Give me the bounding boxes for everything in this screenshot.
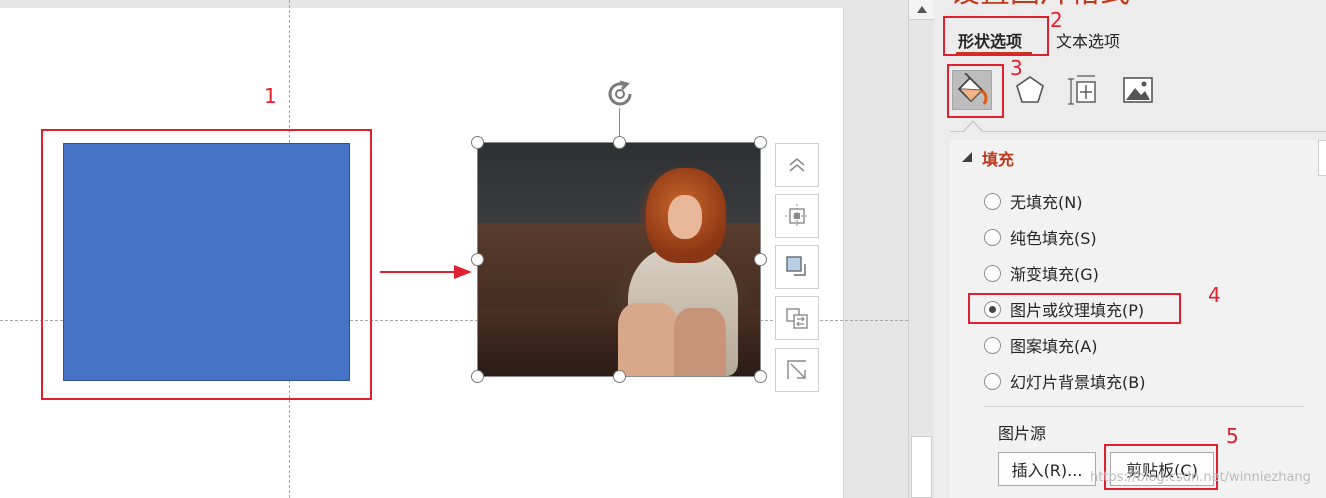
chevron-up-double-icon <box>789 157 805 172</box>
radio-button[interactable] <box>984 264 1001 282</box>
resize-handle-bottom-left[interactable] <box>471 370 484 383</box>
radio-slide-background-fill[interactable]: 幻灯片背景填充(B) <box>984 369 1145 393</box>
radio-solid-fill[interactable]: 纯色填充(S) <box>984 225 1097 249</box>
annotation-box-2 <box>943 16 1049 56</box>
crop-overlap-icon <box>786 256 806 276</box>
radio-label: 渐变填充(G) <box>1010 265 1099 284</box>
resize-handle-top-left[interactable] <box>471 136 484 149</box>
annotation-number-5: 5 <box>1226 424 1239 448</box>
radio-button[interactable] <box>984 372 1001 390</box>
radio-label: 图案填充(A) <box>1010 337 1098 356</box>
annotation-box-4 <box>968 293 1181 324</box>
picture-icon <box>1123 77 1153 103</box>
insert-picture-button[interactable]: 插入(R)... <box>998 452 1096 486</box>
size-properties-icon <box>1068 75 1096 105</box>
annotation-number-1: 1 <box>264 84 277 108</box>
pane-scrollbar[interactable] <box>1318 140 1326 176</box>
resize-handle-bottom-right[interactable] <box>754 370 767 383</box>
resize-handle-top[interactable] <box>613 136 626 149</box>
resize-handle-bottom[interactable] <box>613 370 626 383</box>
triangle-up-icon <box>916 6 927 13</box>
arrange-button[interactable] <box>775 296 819 340</box>
scroll-up-button[interactable] <box>909 0 934 20</box>
annotation-number-2: 2 <box>1050 8 1063 32</box>
rotate-handle-icon[interactable] <box>604 78 636 110</box>
collapse-caret-icon[interactable] <box>962 152 972 162</box>
resize-button[interactable] <box>775 348 819 392</box>
resize-handle-top-right[interactable] <box>754 136 767 149</box>
source-divider <box>984 406 1304 407</box>
radio-label: 幻灯片背景填充(B) <box>1010 373 1146 392</box>
annotation-number-4: 4 <box>1208 283 1221 307</box>
align-center-button[interactable] <box>775 194 819 238</box>
fill-section-title[interactable]: 填充 <box>982 146 1014 170</box>
blue-rectangle-shape[interactable] <box>63 143 350 381</box>
red-arrow-icon <box>380 265 472 279</box>
radio-gradient-fill[interactable]: 渐变填充(G) <box>984 261 1099 285</box>
picture-content <box>618 303 678 376</box>
scroll-thumb[interactable] <box>911 436 932 498</box>
picture-category-button[interactable] <box>1118 70 1158 110</box>
picture-content <box>674 308 726 376</box>
selected-picture[interactable] <box>478 143 760 376</box>
radio-button[interactable] <box>984 192 1001 210</box>
radio-no-fill[interactable]: 无填充(N) <box>984 189 1082 213</box>
crop-overlap-button[interactable] <box>775 245 819 289</box>
canvas-scrollbar[interactable] <box>908 0 934 498</box>
resize-handle-left[interactable] <box>471 253 484 266</box>
picture-source-label: 图片源 <box>998 424 1047 443</box>
annotation-box-3 <box>947 64 1004 118</box>
watermark-text: https://blog.csdn.net/winniezhang <box>1090 470 1311 485</box>
size-properties-category-button[interactable] <box>1064 70 1104 110</box>
radio-label: 无填充(N) <box>1010 193 1083 212</box>
tab-text-options[interactable]: 文本选项 <box>1056 28 1120 52</box>
radio-button[interactable] <box>984 228 1001 246</box>
layout-options-button[interactable] <box>775 143 819 187</box>
arrange-icon <box>786 308 808 329</box>
pane-title: 设置图片格式 <box>950 0 1130 8</box>
annotation-number-3: 3 <box>1010 56 1023 80</box>
radio-pattern-fill[interactable]: 图案填充(A) <box>984 333 1097 357</box>
active-category-pointer-inner <box>964 122 982 132</box>
slide-canvas[interactable]: 1 <box>0 0 908 498</box>
category-divider <box>950 131 1326 132</box>
format-picture-pane: 设置图片格式 形状选项 文本选项 2 <box>934 0 1326 498</box>
resize-icon <box>787 360 806 379</box>
picture-content <box>668 195 702 239</box>
resize-handle-right[interactable] <box>754 253 767 266</box>
radio-button[interactable] <box>984 336 1001 354</box>
align-center-icon <box>785 204 809 228</box>
radio-label: 纯色填充(S) <box>1010 229 1097 248</box>
